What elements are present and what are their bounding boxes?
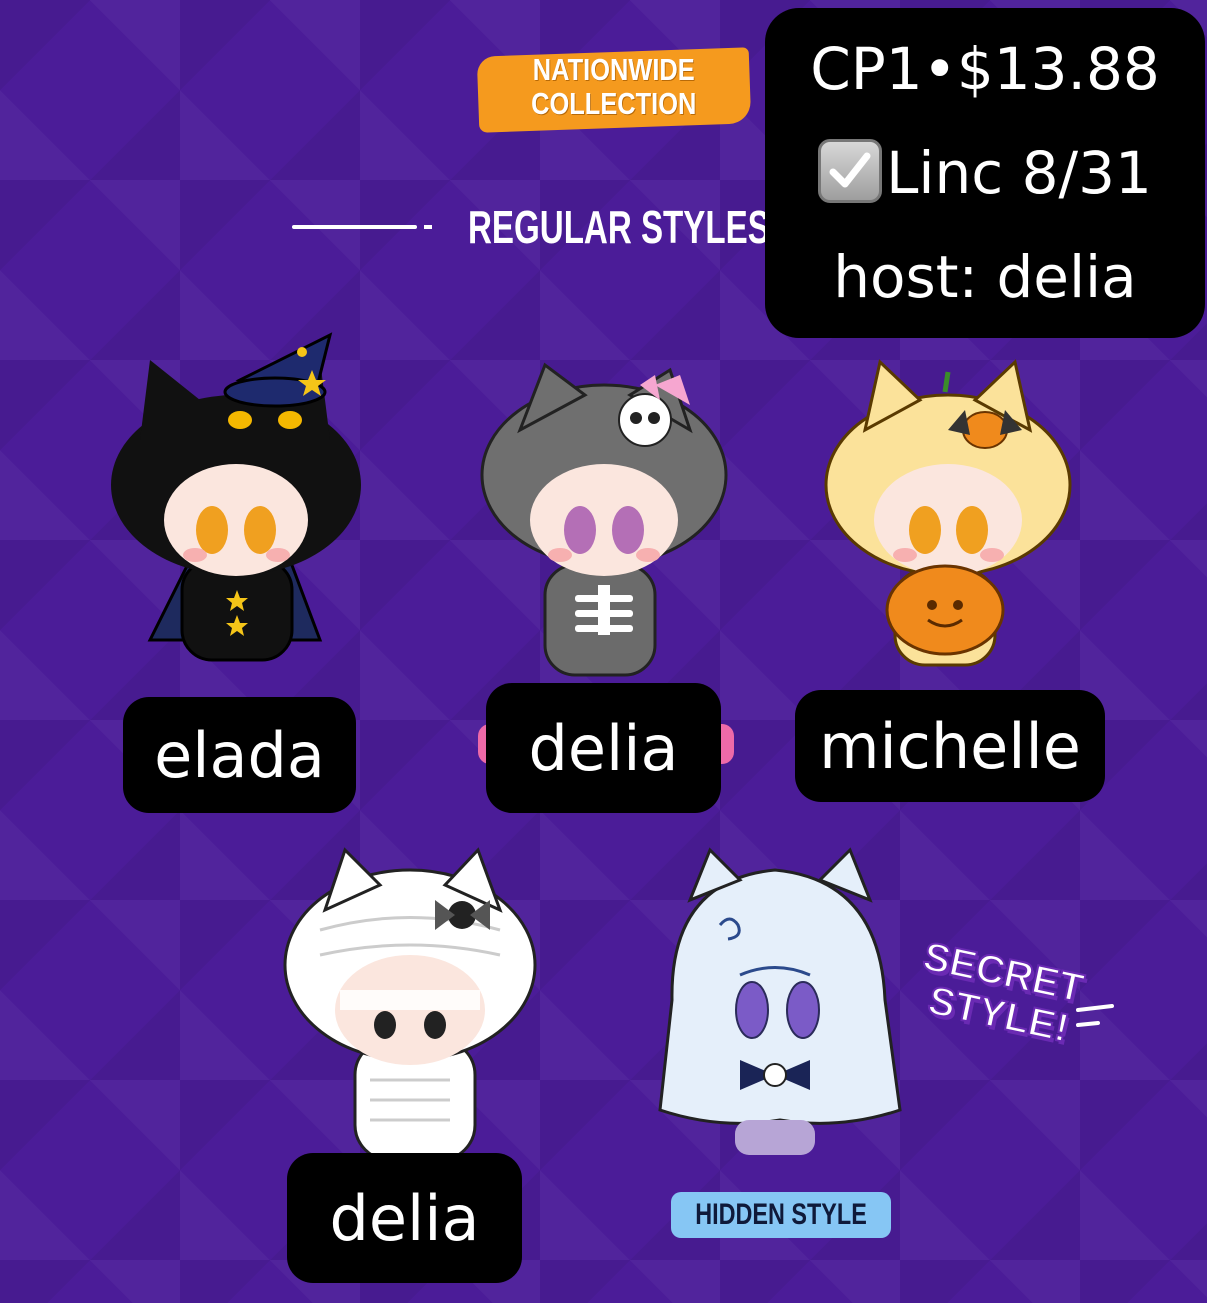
check-box-icon [818, 139, 883, 203]
linc-text: Linc 8/31 [886, 139, 1152, 207]
host-line: host: delia [833, 243, 1137, 311]
name-tag-3: michelle [795, 690, 1105, 802]
skeleton-figure [480, 362, 728, 677]
name-tag-4: delia [287, 1153, 522, 1283]
witch-cat-figure [111, 332, 361, 662]
hidden-style-badge: HIDDEN STYLE [671, 1192, 891, 1238]
pumpkin-cat-figure [824, 359, 1072, 667]
info-box: CP1•$13.88 Linc 8/31 host: delia [765, 8, 1205, 338]
mummy-cat-figure [283, 847, 537, 1162]
secret-dash-2 [1076, 1021, 1100, 1027]
ghost-figure [658, 847, 902, 1155]
name-tag-1: elada [123, 697, 356, 813]
linc-line: Linc 8/31 [818, 124, 1152, 222]
price-line: CP1•$13.88 [810, 35, 1160, 103]
secret-dash-1 [1076, 1004, 1114, 1012]
name-tag-2: delia [486, 683, 721, 813]
hidden-style-label: HIDDEN STYLE [695, 1198, 867, 1231]
